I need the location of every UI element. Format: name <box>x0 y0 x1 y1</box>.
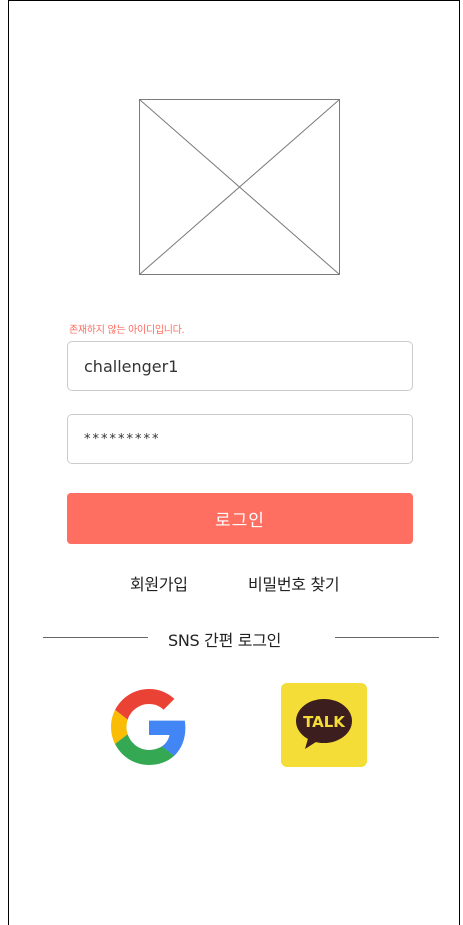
logo-image-placeholder <box>139 99 340 275</box>
password-input[interactable] <box>67 414 413 464</box>
divider-right <box>335 637 439 638</box>
app-screen: 존재하지 않는 아이디입니다. 로그인 회원가입 비밀번호 찾기 SNS 간편 … <box>8 0 460 925</box>
signup-link[interactable]: 회원가입 <box>130 571 188 595</box>
kakaotalk-logo-icon: TALK <box>296 699 352 749</box>
google-login-button[interactable] <box>111 687 187 767</box>
google-logo-icon <box>111 689 186 765</box>
login-button[interactable]: 로그인 <box>67 493 413 544</box>
error-message: 존재하지 않는 아이디입니다. <box>69 325 185 336</box>
kakao-login-button[interactable]: TALK <box>281 683 367 767</box>
kakao-talk-text: TALK <box>303 713 346 731</box>
username-input[interactable] <box>67 341 413 391</box>
find-password-link[interactable]: 비밀번호 찾기 <box>248 571 340 595</box>
divider-left <box>43 637 148 638</box>
sns-login-label: SNS 간편 로그인 <box>168 631 282 650</box>
